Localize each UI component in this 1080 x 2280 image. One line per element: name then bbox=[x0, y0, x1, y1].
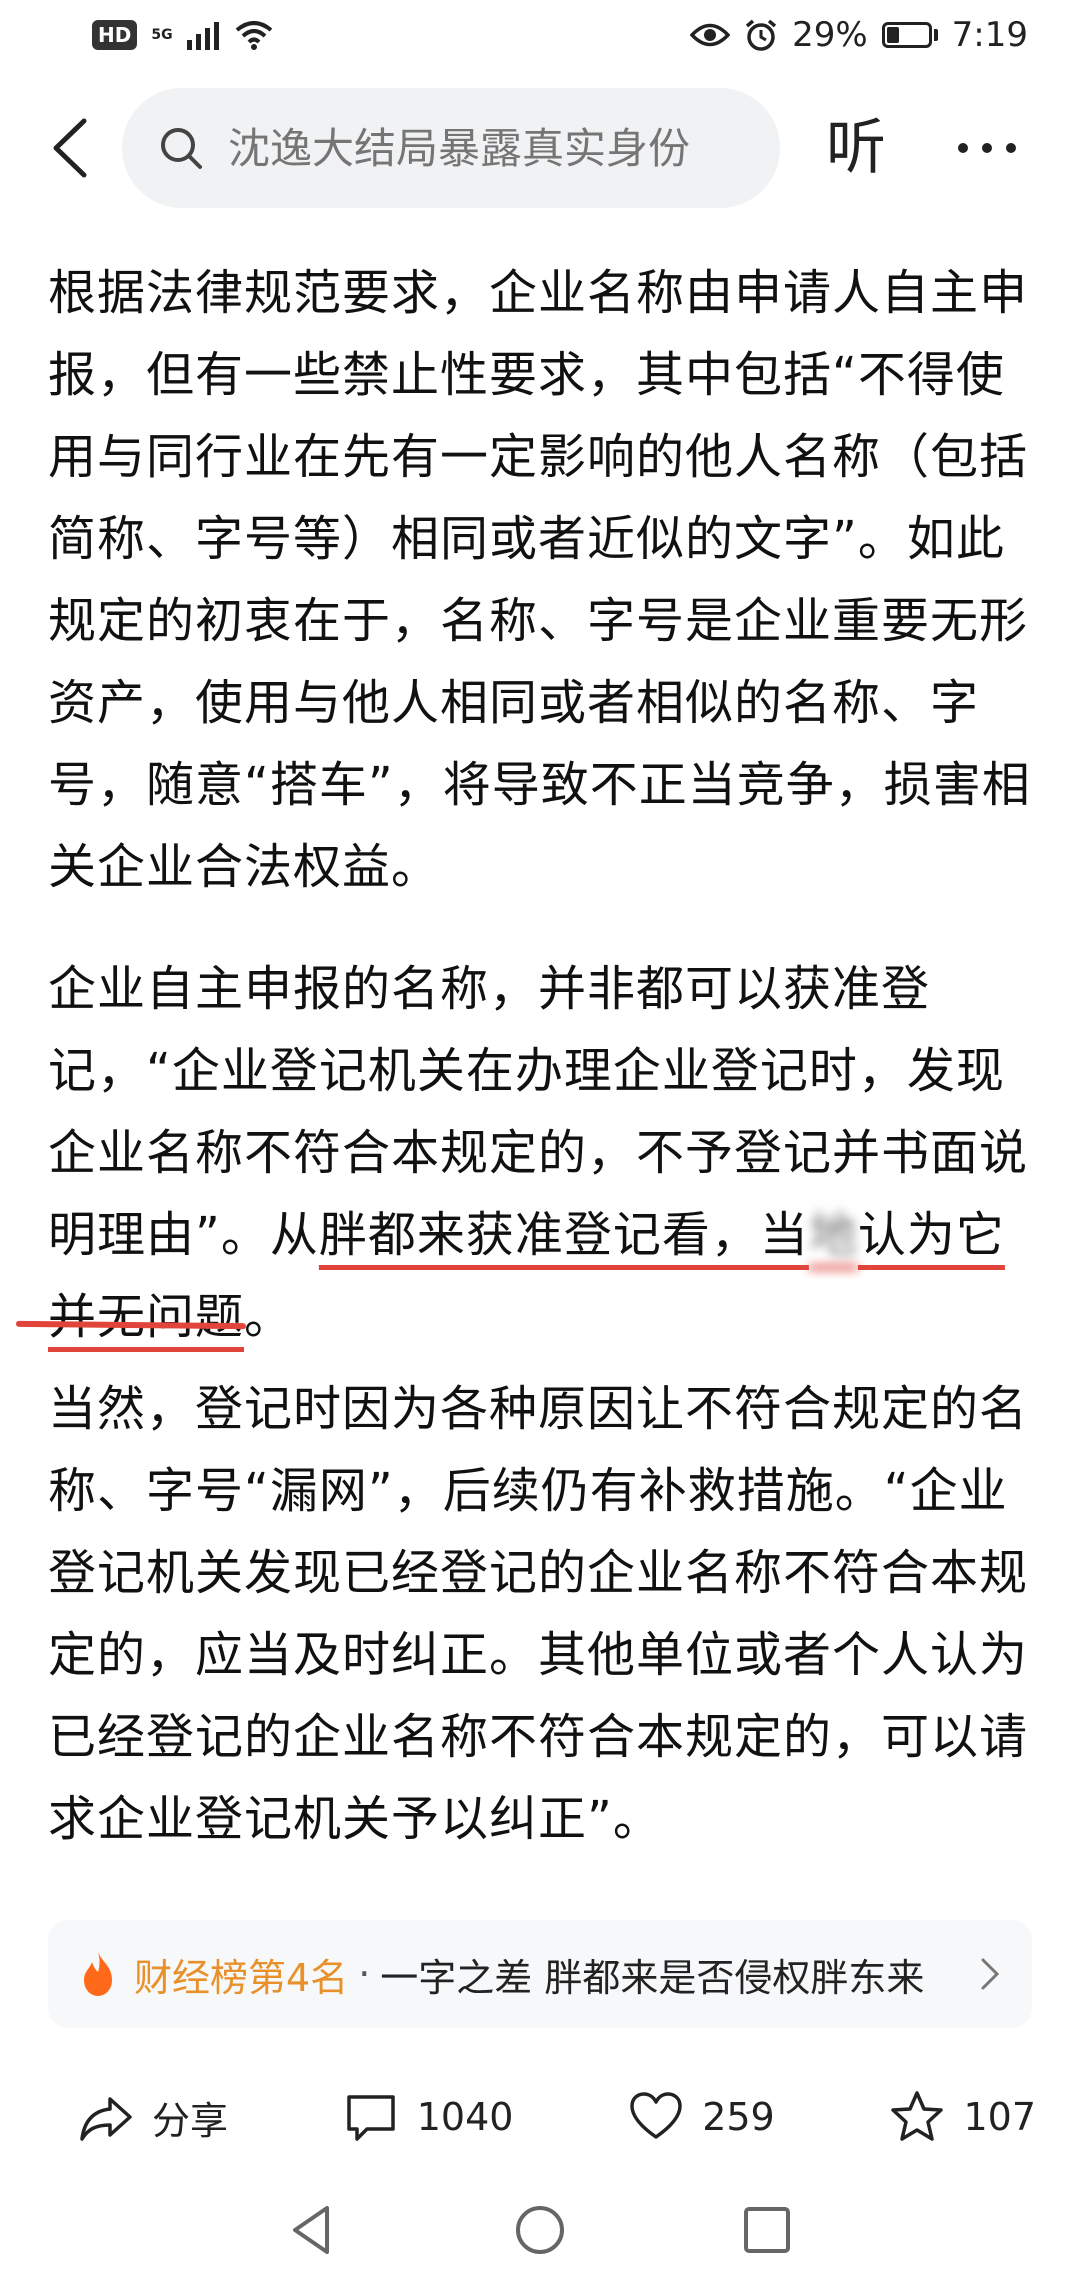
blurred-text: 地 bbox=[808, 1207, 858, 1263]
rank-separator: · bbox=[358, 1952, 371, 1996]
like-count: 259 bbox=[702, 2095, 775, 2139]
article-paragraph: 根据法律规范要求，企业名称由申请人自主申报，但有一些禁止性要求，其中包括“不得使… bbox=[48, 265, 1031, 895]
article-body: 根据法律规范要求，企业名称由申请人自主申报，但有一些禁止性要求，其中包括“不得使… bbox=[15, 252, 1038, 1900]
comment-icon bbox=[347, 2095, 395, 2141]
rank-label: 财经榜第4名 bbox=[134, 1955, 349, 2000]
share-button[interactable]: 分享 bbox=[78, 2089, 228, 2145]
hd-badge: HD bbox=[92, 20, 138, 50]
nav-back-icon[interactable] bbox=[283, 2200, 343, 2260]
favorite-count: 107 bbox=[963, 2095, 1036, 2139]
article-paragraph: 当然，登记时因为各种原因让不符合规定的名称、字号“漏网”，后续仍有补救措施。“企… bbox=[48, 1381, 1029, 1847]
battery-percent: 29% bbox=[792, 15, 868, 55]
heart-icon bbox=[630, 2092, 682, 2139]
top-bar: 听 bbox=[0, 88, 1080, 208]
paragraph-text: 。 bbox=[244, 1289, 294, 1345]
wifi-icon bbox=[235, 21, 272, 50]
nav-recents-icon[interactable] bbox=[737, 2200, 797, 2260]
network-type: 5G bbox=[151, 27, 173, 43]
comment-count: 1040 bbox=[416, 2095, 514, 2139]
battery-icon bbox=[881, 22, 938, 48]
chevron-right-icon bbox=[981, 1958, 1000, 1990]
action-bar: 分享 1040 259 107 bbox=[0, 2062, 1080, 2172]
alarm-icon bbox=[745, 19, 777, 51]
article-paragraph: 企业自主申报的名称，并非都可以获准登记，“企业登记机关在办理企业登记时，发现企业… bbox=[15, 948, 1038, 1345]
search-bar[interactable] bbox=[122, 88, 780, 208]
nav-home-icon[interactable] bbox=[510, 2200, 570, 2260]
status-bar: HD 5G 29% 7:19 bbox=[0, 0, 1080, 70]
status-right: 29% 7:19 bbox=[690, 15, 1028, 55]
rank-title: 一字之差 胖都来是否侵权胖东来 bbox=[380, 1955, 925, 2000]
eye-icon bbox=[690, 23, 731, 47]
more-options-icon[interactable] bbox=[958, 108, 1058, 188]
favorite-button[interactable]: 107 bbox=[889, 2089, 1036, 2145]
status-left: HD 5G bbox=[92, 20, 273, 50]
search-icon bbox=[161, 128, 202, 169]
search-input[interactable] bbox=[226, 122, 750, 174]
share-label: 分享 bbox=[152, 2098, 229, 2143]
listen-button[interactable]: 听 bbox=[826, 112, 886, 184]
back-icon[interactable] bbox=[40, 113, 110, 183]
fire-icon bbox=[84, 1952, 112, 1996]
share-icon bbox=[80, 2097, 132, 2141]
clock: 7:19 bbox=[951, 15, 1028, 55]
signal-icon bbox=[186, 22, 219, 50]
star-icon bbox=[891, 2091, 944, 2141]
trending-rank-card[interactable]: 财经榜第4名 · 一字之差 胖都来是否侵权胖东来 bbox=[48, 1920, 1032, 2028]
like-button[interactable]: 259 bbox=[628, 2089, 775, 2145]
system-nav-bar bbox=[0, 2180, 1080, 2280]
comment-button[interactable]: 1040 bbox=[343, 2089, 514, 2145]
